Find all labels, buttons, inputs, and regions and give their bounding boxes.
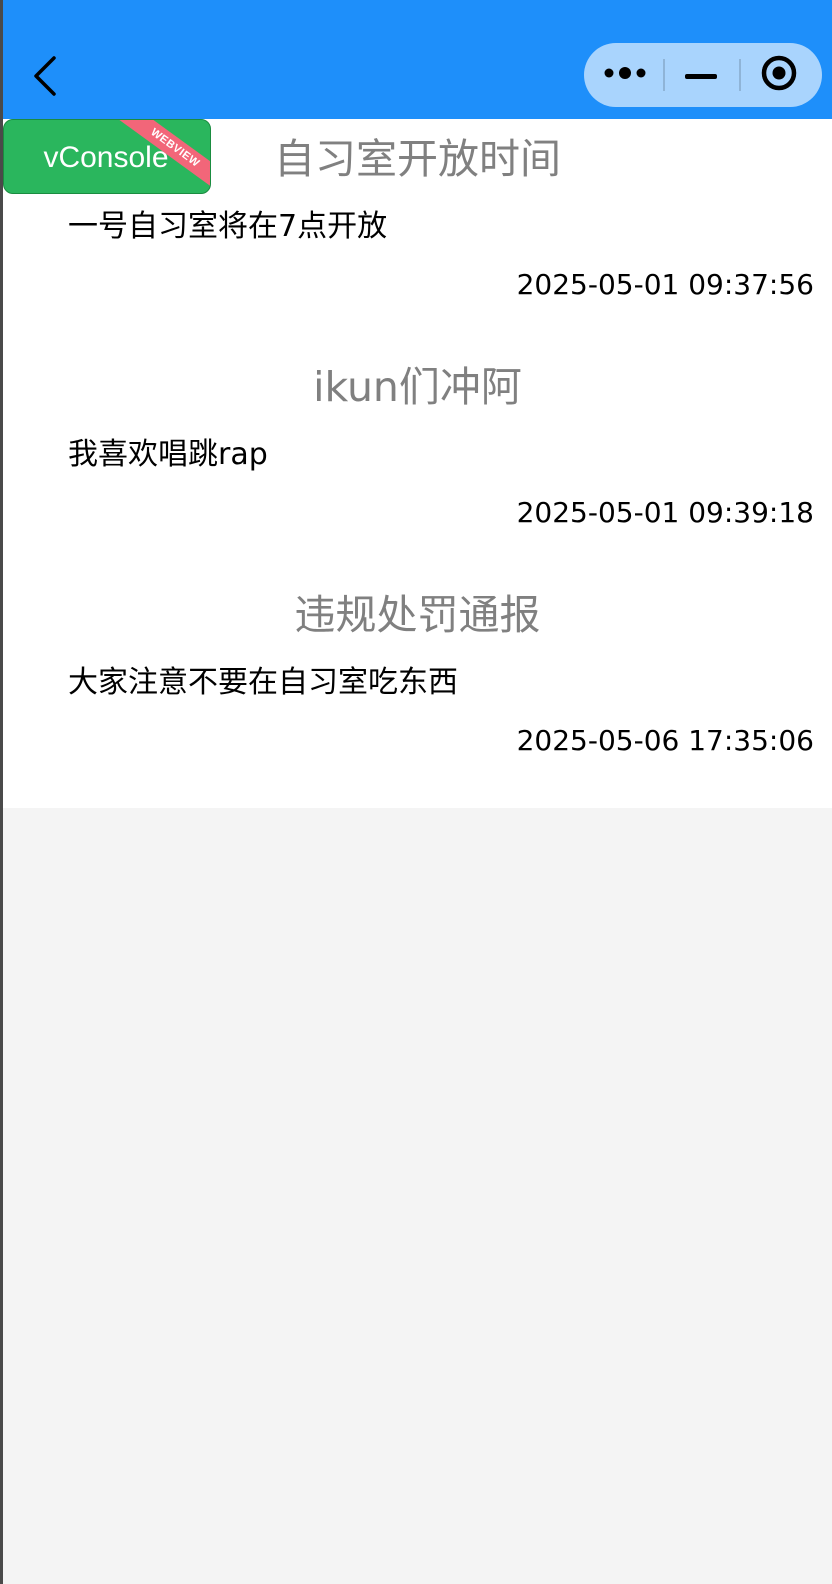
more-button[interactable] (590, 43, 660, 107)
notice-title: ikun们冲阿 (313, 363, 522, 411)
target-circle-icon (759, 53, 799, 97)
notice-item[interactable]: ikun们冲阿 我喜欢唱跳rap 2025-05-01 09:39:18 (3, 349, 832, 579)
chevron-left-icon (22, 48, 70, 104)
back-button[interactable] (22, 48, 70, 104)
capsule-divider (663, 59, 665, 91)
notice-body: 大家注意不要在自习室吃东西 (68, 665, 458, 700)
capsule-divider (739, 59, 741, 91)
notice-body: 我喜欢唱跳rap (68, 437, 268, 472)
navigation-bar (0, 0, 832, 119)
window-left-edge (0, 0, 3, 1584)
notice-timestamp: 2025-05-01 09:39:18 (516, 496, 814, 529)
notice-timestamp: 2025-05-01 09:37:56 (516, 268, 814, 301)
vconsole-button[interactable]: vConsole WEBVIEW (3, 119, 211, 194)
notice-timestamp: 2025-05-06 17:35:06 (516, 724, 814, 757)
more-dots-icon (603, 65, 647, 85)
notice-list: 自习室开放时间 一号自习室将在7点开放 2025-05-01 09:37:56 … (3, 119, 832, 808)
close-button[interactable] (742, 43, 816, 107)
mini-program-capsule (584, 43, 822, 107)
minimize-icon (684, 66, 718, 85)
minimize-button[interactable] (666, 43, 736, 107)
notice-item[interactable]: 违规处罚通报 大家注意不要在自习室吃东西 2025-05-06 17:35:06 (3, 579, 832, 808)
notice-body: 一号自习室将在7点开放 (68, 209, 388, 244)
notice-title: 违规处罚通报 (294, 591, 541, 639)
